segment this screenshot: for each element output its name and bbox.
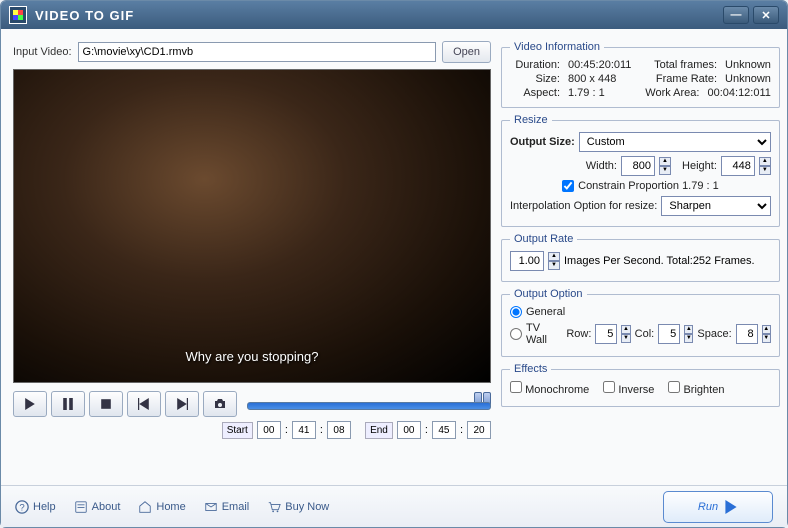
- pause-button[interactable]: [51, 391, 85, 417]
- monochrome-label: Monochrome: [525, 384, 589, 396]
- video-subtitle: Why are you stopping?: [14, 349, 490, 364]
- monochrome-checkbox[interactable]: [510, 381, 522, 393]
- video-preview[interactable]: Why are you stopping?: [13, 69, 491, 383]
- app-window: VIDEO TO GIF — ✕ Input Video: Open Why a…: [0, 0, 788, 528]
- row-input[interactable]: [595, 324, 617, 344]
- titlebar: VIDEO TO GIF — ✕: [1, 1, 787, 29]
- help-icon: ?: [15, 500, 29, 514]
- constrain-label: Constrain Proportion 1.79 : 1: [578, 180, 719, 192]
- app-logo-icon: [9, 6, 27, 24]
- output-option-group: Output Option General TV Wall Row: ▲▼ Co…: [501, 288, 780, 357]
- end-hour-input[interactable]: [397, 421, 421, 439]
- close-button[interactable]: ✕: [753, 6, 779, 24]
- space-input[interactable]: [736, 324, 758, 344]
- next-frame-button[interactable]: [165, 391, 199, 417]
- input-video-label: Input Video:: [13, 46, 72, 58]
- buy-link[interactable]: Buy Now: [267, 500, 329, 514]
- space-spinner[interactable]: ▲▼: [762, 325, 771, 343]
- col-label: Col:: [635, 328, 655, 340]
- resize-legend: Resize: [510, 114, 552, 126]
- rate-input[interactable]: [510, 251, 544, 271]
- brighten-label: Brighten: [683, 384, 724, 396]
- prev-frame-button[interactable]: [127, 391, 161, 417]
- height-spinner[interactable]: ▲▼: [759, 157, 771, 175]
- tvwall-label: TV Wall: [526, 322, 555, 346]
- general-label: General: [526, 306, 565, 318]
- window-title: VIDEO TO GIF: [35, 8, 134, 23]
- col-spinner[interactable]: ▲▼: [684, 325, 693, 343]
- space-label: Space:: [697, 328, 731, 340]
- run-button[interactable]: Run: [663, 491, 773, 523]
- video-info-legend: Video Information: [510, 41, 604, 53]
- cart-icon: [267, 500, 281, 514]
- about-link[interactable]: About: [74, 500, 121, 514]
- output-size-select[interactable]: Custom: [579, 132, 771, 152]
- input-video-field[interactable]: [78, 42, 437, 62]
- footer: ?Help About Home Email Buy Now Run: [1, 485, 787, 527]
- rate-spinner[interactable]: ▲▼: [548, 252, 560, 270]
- start-hour-input[interactable]: [257, 421, 281, 439]
- about-icon: [74, 500, 88, 514]
- left-panel: Input Video: Open Why are you stopping?: [13, 41, 491, 439]
- height-label: Height:: [682, 160, 717, 172]
- right-panel: Video Information Duration:00:45:20:011T…: [501, 41, 780, 439]
- rate-suffix: Images Per Second. Total:252 Frames.: [564, 255, 755, 267]
- playback-controls: [13, 391, 491, 417]
- home-icon: [138, 500, 152, 514]
- brighten-checkbox[interactable]: [668, 381, 680, 393]
- svg-text:?: ?: [19, 502, 24, 513]
- tvwall-radio[interactable]: [510, 328, 522, 340]
- inverse-checkbox[interactable]: [603, 381, 615, 393]
- inverse-label: Inverse: [618, 384, 654, 396]
- start-sec-input[interactable]: [327, 421, 351, 439]
- row-label: Row:: [566, 328, 591, 340]
- output-rate-legend: Output Rate: [510, 233, 577, 245]
- stop-button[interactable]: [89, 391, 123, 417]
- video-info-group: Video Information Duration:00:45:20:011T…: [501, 41, 780, 108]
- content-area: Input Video: Open Why are you stopping?: [1, 29, 787, 485]
- row-spinner[interactable]: ▲▼: [621, 325, 630, 343]
- interp-select[interactable]: Sharpen: [661, 196, 771, 216]
- col-input[interactable]: [658, 324, 680, 344]
- general-radio[interactable]: [510, 306, 522, 318]
- output-size-label: Output Size:: [510, 136, 575, 148]
- start-label: Start: [222, 422, 253, 439]
- effects-legend: Effects: [510, 363, 551, 375]
- resize-group: Resize Output Size: Custom Width: ▲▼ Hei…: [501, 114, 780, 227]
- constrain-checkbox[interactable]: [562, 180, 574, 192]
- email-link[interactable]: Email: [204, 500, 250, 514]
- play-button[interactable]: [13, 391, 47, 417]
- width-spinner[interactable]: ▲▼: [659, 157, 671, 175]
- email-icon: [204, 500, 218, 514]
- open-button[interactable]: Open: [442, 41, 491, 63]
- snapshot-button[interactable]: [203, 391, 237, 417]
- width-label: Width:: [586, 160, 617, 172]
- start-min-input[interactable]: [292, 421, 316, 439]
- seek-slider[interactable]: [247, 398, 491, 410]
- output-rate-group: Output Rate ▲▼ Images Per Second. Total:…: [501, 233, 780, 282]
- minimize-button[interactable]: —: [723, 6, 749, 24]
- range-inputs: Start : : End : :: [13, 421, 491, 439]
- home-link[interactable]: Home: [138, 500, 185, 514]
- width-input[interactable]: [621, 156, 655, 176]
- interp-label: Interpolation Option for resize:: [510, 200, 657, 212]
- height-input[interactable]: [721, 156, 755, 176]
- end-label: End: [365, 422, 393, 439]
- end-min-input[interactable]: [432, 421, 456, 439]
- output-option-legend: Output Option: [510, 288, 587, 300]
- effects-group: Effects Monochrome Inverse Brighten: [501, 363, 780, 407]
- play-icon: [724, 500, 738, 514]
- help-link[interactable]: ?Help: [15, 500, 56, 514]
- end-sec-input[interactable]: [467, 421, 491, 439]
